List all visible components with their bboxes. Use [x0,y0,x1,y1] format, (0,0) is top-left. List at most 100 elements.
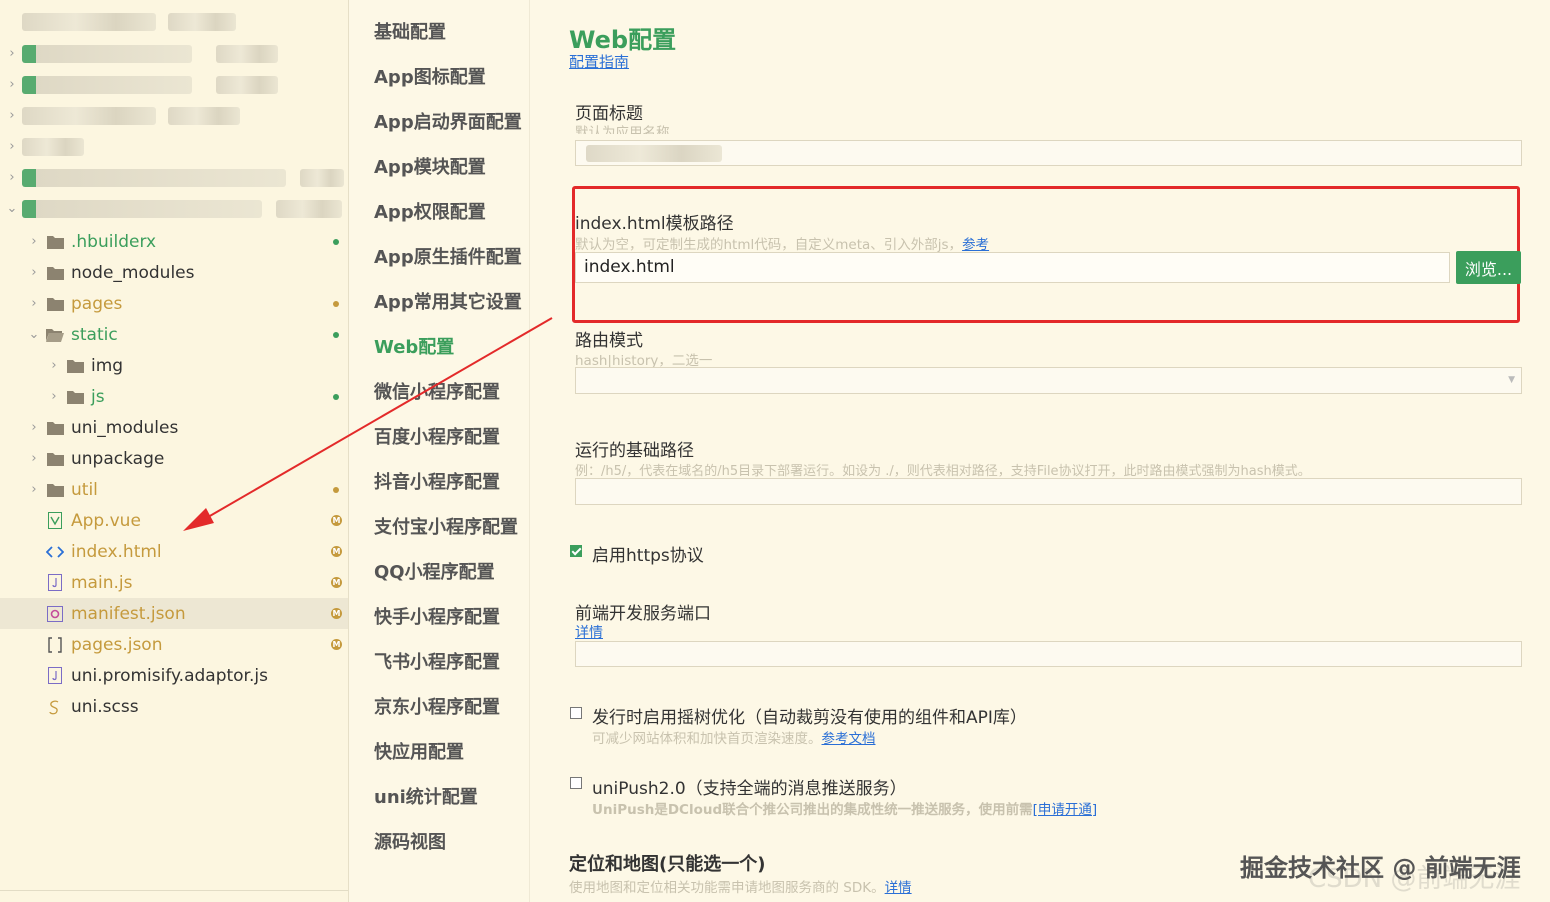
router-mode-select[interactable]: ▼ [575,367,1522,394]
template-path-hint-text: 默认为空，可定制生成的html代码，自定义meta、引入外部js， [575,237,963,253]
tree-item[interactable]: App.vue M [0,505,348,536]
chevron-right-icon[interactable]: › [48,389,60,404]
tree-item-label: js [91,386,105,407]
chevron-right-icon[interactable]: › [28,451,40,466]
guide-link[interactable]: 配置指南 [569,51,629,72]
nav-item[interactable]: 抖音小程序配置 [374,468,500,494]
location-detail-link[interactable]: 详情 [885,880,912,896]
location-hint: 使用地图和定位相关功能需申请地图服务商的 SDK。详情 [569,876,912,896]
https-checkbox[interactable] [570,545,582,557]
https-label[interactable]: 启用https协议 [592,541,704,566]
folder-icon [66,388,84,406]
tree-item[interactable]: › .hbuilderx [0,226,348,257]
nav-item[interactable]: 快应用配置 [374,738,464,764]
page-title-input[interactable] [575,140,1522,166]
web-config-panel: Web配置 配置指南 页面标题 默认为应用名称 index.html模板路径 默… [530,0,1550,902]
tree-item[interactable]: › uni_modules [0,412,348,443]
tree-item-label: .hbuilderx [71,231,157,252]
js-file-icon [46,667,64,685]
tree-item-label: main.js [71,572,133,593]
tree-item[interactable]: manifest.json M [0,598,348,629]
dev-port-input[interactable] [575,641,1522,667]
tree-item-label: index.html [71,541,162,562]
router-mode-label: 路由模式 [575,331,643,351]
unipush-checkbox[interactable] [570,777,582,789]
tree-item[interactable]: ⌄ static [0,319,348,350]
template-path-hint: 默认为空，可定制生成的html代码，自定义meta、引入外部js，参考 [575,233,989,253]
chevron-right-icon[interactable]: › [28,296,40,311]
unipush-apply-link[interactable]: [申请开通] [1033,802,1098,818]
browse-button[interactable]: 浏览... [1456,251,1521,284]
tree-shaking-checkbox[interactable] [570,707,582,719]
blurred-project-row [168,13,236,31]
page-title: Web配置 [569,26,677,54]
nav-item[interactable]: App原生插件配置 [374,243,522,269]
chevron-right-icon[interactable]: › [48,358,60,373]
chevron-right-icon[interactable]: › [6,77,18,92]
manifest-nav: 基础配置 App图标配置 App启动界面配置 App模块配置 App权限配置 App原生插… [349,0,530,902]
chevron-down-icon[interactable]: ⌄ [28,327,40,342]
nav-item[interactable]: 微信小程序配置 [374,378,500,404]
tree-item[interactable]: uni.scss [0,691,348,722]
folder-icon [66,357,84,375]
chevron-right-icon[interactable]: › [6,46,18,61]
chevron-right-icon[interactable]: › [28,482,40,497]
status-dot [333,486,339,493]
nav-item[interactable]: 京东小程序配置 [374,693,500,719]
nav-item[interactable]: App权限配置 [374,198,486,224]
nav-item[interactable]: 飞书小程序配置 [374,648,500,674]
nav-item[interactable]: App常用其它设置 [374,288,522,314]
tree-item[interactable]: › util [0,474,348,505]
nav-item[interactable]: QQ小程序配置 [374,558,495,584]
tree-item[interactable]: › pages [0,288,348,319]
blurred-project-row [276,200,342,218]
nav-item[interactable]: Web配置 [374,333,454,359]
blurred-project-row [22,169,286,187]
chevron-right-icon[interactable]: › [6,170,18,185]
nav-item[interactable]: App模块配置 [374,153,486,179]
unipush-hint-text: UniPush是DCloud联合个推公司推出的集成性统一推送服务，使用前需 [592,802,1033,818]
tree-item[interactable]: uni.promisify.adaptor.js [0,660,348,691]
base-path-input[interactable] [575,478,1522,505]
dev-port-detail-link[interactable]: 详情 [575,622,603,642]
tree-item[interactable]: › img [0,350,348,381]
chevron-right-icon[interactable]: › [28,234,40,249]
modified-badge: M [331,577,342,588]
tree-item-label: manifest.json [71,603,186,624]
tree-item[interactable]: › js [0,381,348,412]
nav-item[interactable]: uni统计配置 [374,783,478,809]
tree-item[interactable]: index.html M [0,536,348,567]
chevron-right-icon[interactable]: › [28,265,40,280]
tree-item[interactable]: › unpackage [0,443,348,474]
folder-open-icon [46,326,64,344]
router-mode-hint: hash|history，二选一 [575,353,713,369]
tree-item[interactable]: main.js M [0,567,348,598]
nav-item[interactable]: App启动界面配置 [374,108,522,134]
tree-item-label: pages.json [71,634,163,655]
chevron-right-icon[interactable]: › [6,139,18,154]
template-path-input[interactable]: index.html [575,252,1450,283]
template-path-ref-link[interactable]: 参考 [962,237,989,253]
nav-item[interactable]: 源码视图 [374,828,446,854]
status-dot [333,393,339,400]
nav-item[interactable]: 快手小程序配置 [374,603,500,629]
location-label: 定位和地图(只能选一个) [569,854,766,875]
nav-item[interactable]: 百度小程序配置 [374,423,500,449]
nav-item[interactable]: App图标配置 [374,63,486,89]
nav-item[interactable]: 支付宝小程序配置 [374,513,518,539]
blurred-input-value [586,145,722,162]
chevron-right-icon[interactable]: › [6,108,18,123]
tree-item[interactable]: pages.json M [0,629,348,660]
dev-port-label: 前端开发服务端口 [575,604,711,624]
tree-shaking-label[interactable]: 发行时启用摇树优化（自动裁剪没有使用的组件和API库） [592,703,1027,728]
chevron-down-icon[interactable]: ⌄ [6,201,18,216]
folder-icon [46,450,64,468]
tree-shaking-doc-link[interactable]: 参考文档 [822,731,876,747]
tree-item[interactable]: › node_modules [0,257,348,288]
unipush-label[interactable]: uniPush2.0（支持全端的消息推送服务） [592,774,907,799]
nav-item[interactable]: 基础配置 [374,18,446,44]
modified-badge: M [331,608,342,619]
chevron-right-icon[interactable]: › [28,420,40,435]
scss-file-icon [46,698,64,716]
tree-item-label: uni_modules [71,417,179,438]
